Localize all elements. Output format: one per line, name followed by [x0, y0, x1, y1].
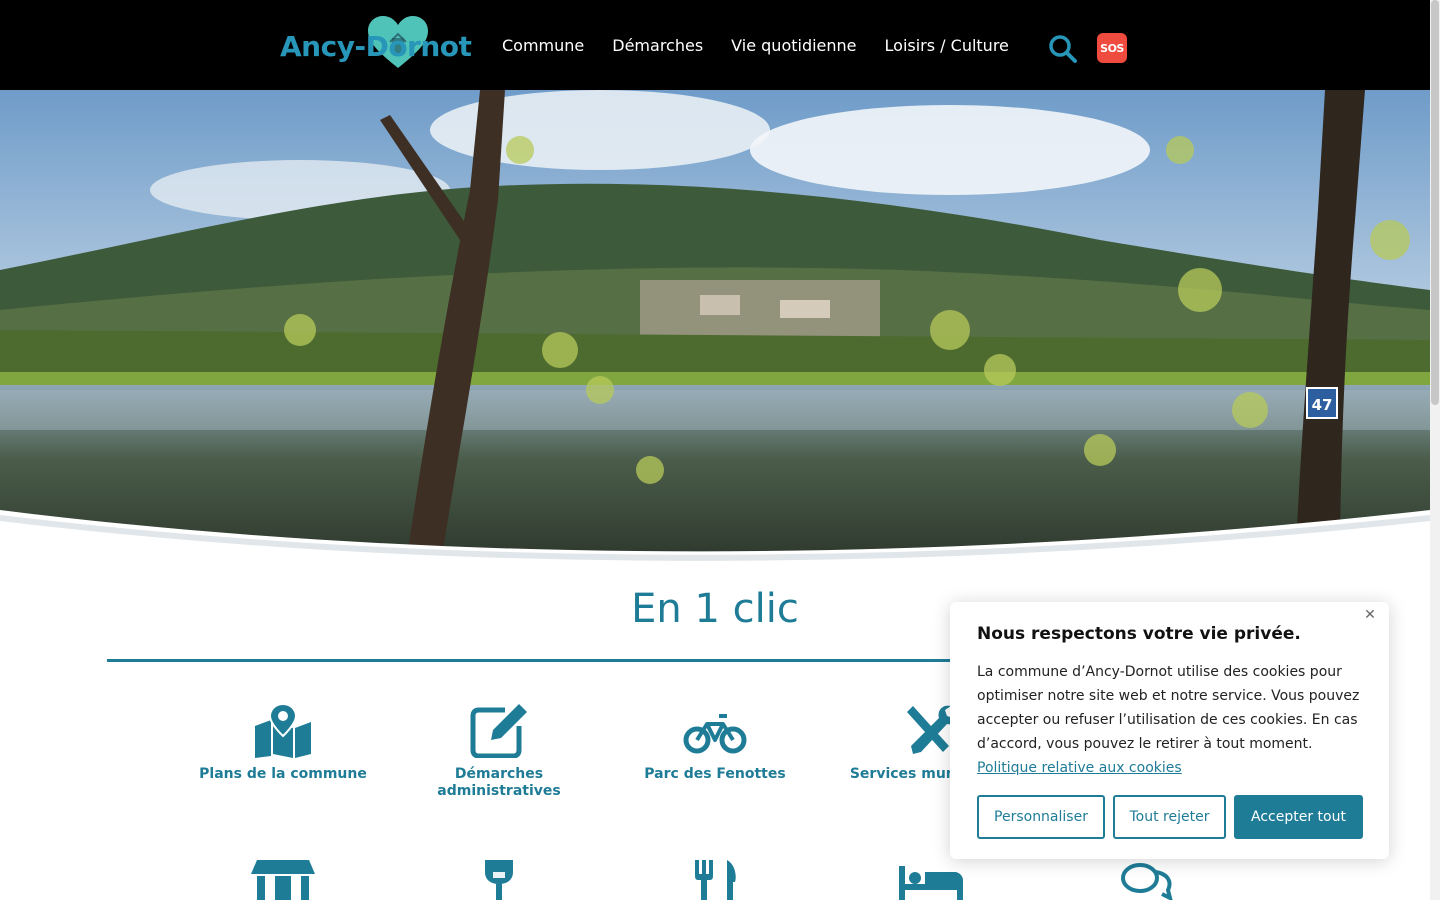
close-icon[interactable]: ✕ — [1361, 606, 1379, 624]
accept-all-button[interactable]: Accepter tout — [1234, 795, 1363, 839]
cookie-policy-link[interactable]: Politique relative aux cookies — [977, 760, 1182, 776]
logo-text: Ancy-Dornot — [280, 30, 472, 63]
bicycle-icon — [683, 714, 747, 754]
wine-glass-icon[interactable] — [483, 860, 515, 900]
page: Ancy-Dornot Commune Démarches Vie quotid… — [0, 0, 1440, 900]
edit-icon — [470, 704, 527, 758]
search-icon[interactable] — [1048, 34, 1078, 64]
tile-demarches-administratives[interactable]: Démarches administratives — [391, 702, 607, 800]
nav-item-vie-quotidienne[interactable]: Vie quotidienne — [731, 36, 856, 55]
map-pin-icon — [255, 702, 311, 758]
tile-label: Parc des Fenottes — [644, 766, 786, 782]
nav-item-commune[interactable]: Commune — [502, 36, 584, 55]
nav-item-demarches[interactable]: Démarches — [612, 36, 703, 55]
cookie-body-text: La commune d’Ancy-Dornot utilise des coo… — [977, 664, 1360, 752]
reject-all-button[interactable]: Tout rejeter — [1113, 795, 1226, 839]
cookie-consent-dialog: ✕ Nous respectons votre vie privée. La c… — [950, 602, 1389, 859]
site-header: Ancy-Dornot Commune Démarches Vie quotid… — [0, 0, 1430, 90]
sos-button[interactable]: SOS — [1097, 33, 1127, 63]
store-icon[interactable] — [251, 860, 315, 900]
site-logo[interactable]: Ancy-Dornot — [280, 16, 482, 72]
main-nav: Commune Démarches Vie quotidienne Loisir… — [502, 36, 1009, 55]
utensils-icon[interactable] — [695, 860, 739, 900]
tile-label: Plans de la commune — [199, 766, 367, 782]
tile-label: Démarches administratives — [437, 766, 561, 799]
tile-parc-des-fenottes[interactable]: Parc des Fenottes — [607, 702, 823, 783]
tile-plans-de-la-commune[interactable]: Plans de la commune — [175, 702, 391, 783]
cookie-text: La commune d’Ancy-Dornot utilise des coo… — [977, 660, 1363, 780]
tree-sign-number: 47 — [1312, 396, 1333, 414]
bed-icon[interactable] — [899, 866, 963, 900]
comments-icon[interactable] — [1120, 862, 1174, 900]
customize-button[interactable]: Personnaliser — [977, 795, 1105, 839]
hero-image: 47 — [0, 90, 1430, 570]
nav-item-loisirs-culture[interactable]: Loisirs / Culture — [885, 36, 1009, 55]
cookie-title: Nous respectons votre vie privée. — [977, 624, 1301, 644]
scrollbar[interactable] — [1430, 0, 1440, 900]
scrollbar-thumb[interactable] — [1431, 0, 1439, 405]
